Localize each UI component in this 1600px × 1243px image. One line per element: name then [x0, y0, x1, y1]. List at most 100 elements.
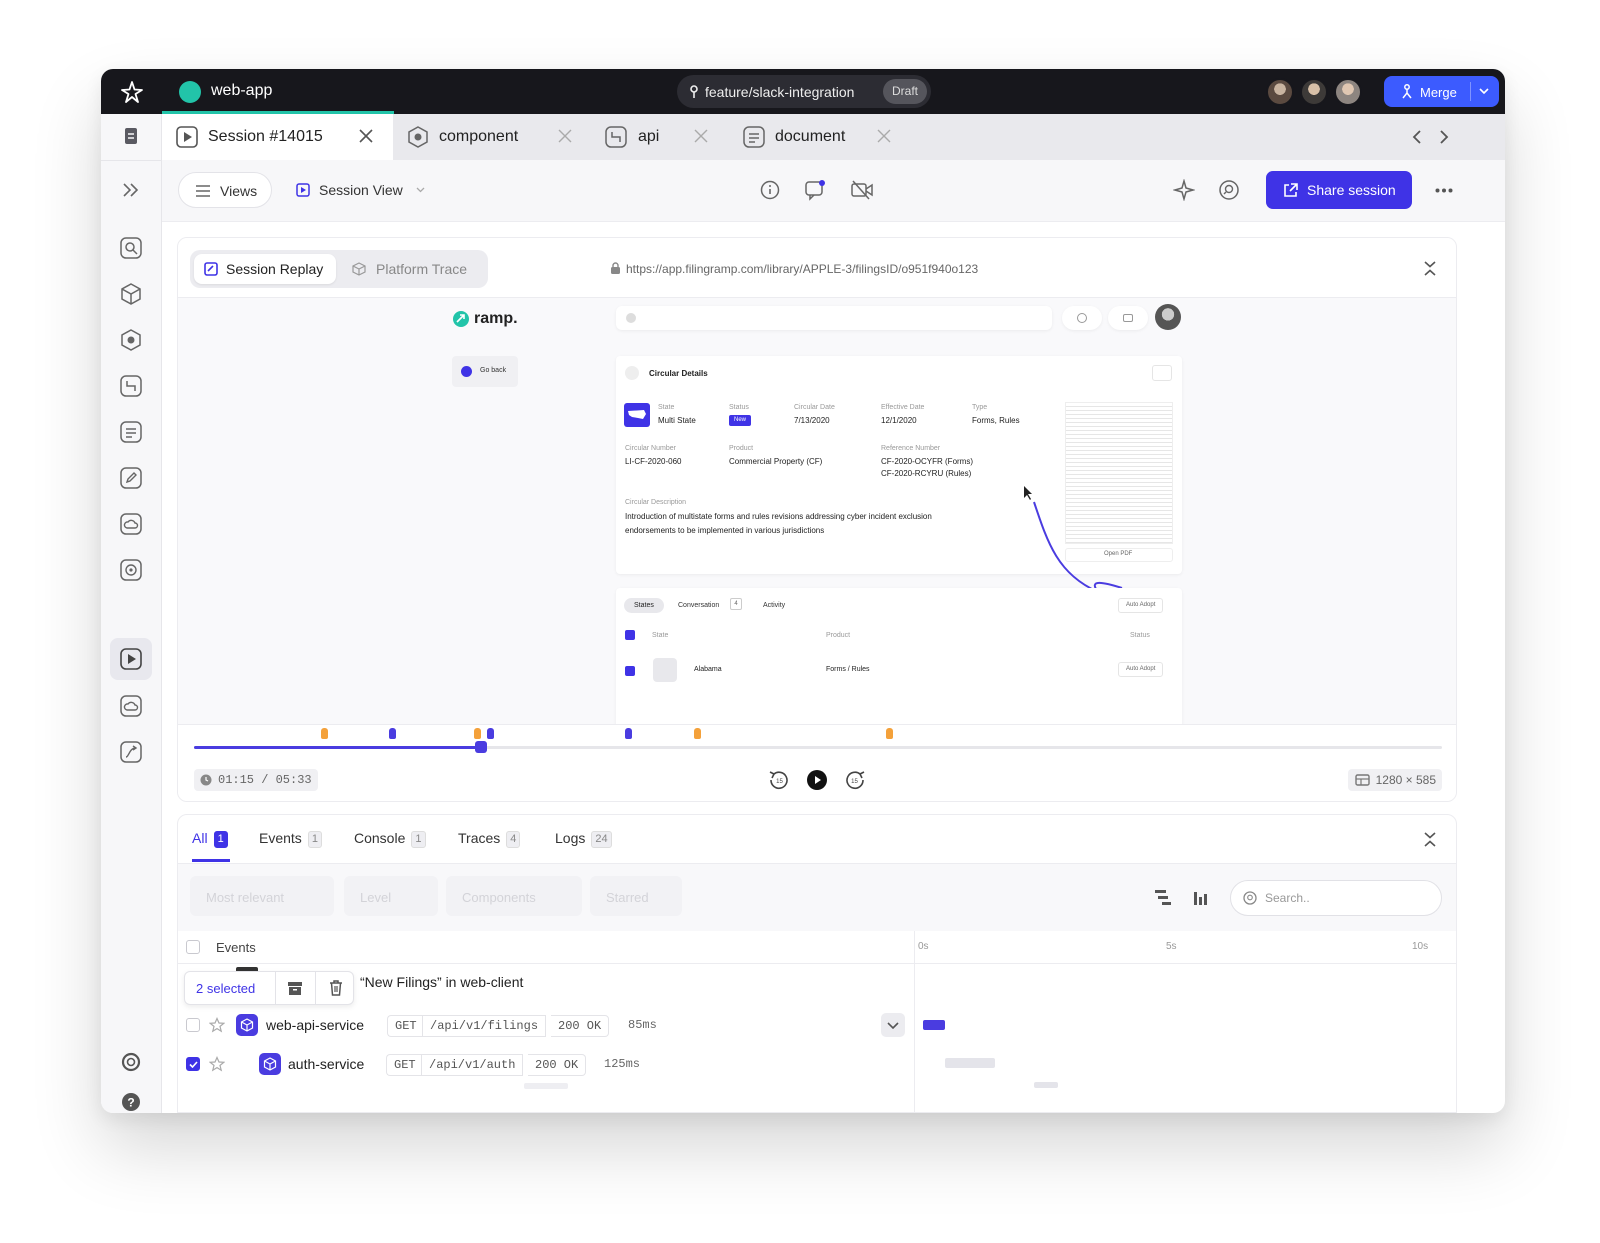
table-row[interactable]: auth-service GET /api/v1/auth 200 OK 125…: [178, 1045, 1456, 1083]
tab-label: Traces: [458, 830, 501, 846]
select-all-checkbox[interactable]: [625, 630, 635, 640]
rewind-15-icon[interactable]: 15: [768, 769, 790, 791]
events-search-input[interactable]: Search..: [1230, 880, 1442, 916]
expand-sidebar-icon[interactable]: [119, 178, 143, 202]
archive-icon[interactable]: [287, 981, 303, 996]
event-marker[interactable]: [474, 728, 482, 739]
close-icon[interactable]: [876, 128, 892, 144]
timeline-tick: 10s: [1412, 941, 1429, 952]
tab-api[interactable]: api: [591, 114, 729, 160]
branch-selector[interactable]: feature/slack-integration Draft: [677, 75, 931, 108]
hexagon-icon[interactable]: [119, 328, 143, 352]
share-session-button[interactable]: Share session: [1266, 171, 1412, 209]
avatar[interactable]: [1155, 304, 1181, 330]
tab-session[interactable]: Session #14015: [162, 114, 393, 160]
tab-traces[interactable]: Traces 4: [458, 830, 521, 848]
collapse-icon[interactable]: [1423, 261, 1437, 276]
collapse-icon[interactable]: [1423, 832, 1437, 847]
search-icon[interactable]: [119, 236, 143, 260]
row-checkbox[interactable]: [625, 666, 635, 676]
auto-adopt-dropdown[interactable]: Auto Adopt: [1118, 598, 1164, 613]
event-marker[interactable]: [320, 728, 328, 739]
views-button[interactable]: Views: [178, 172, 272, 208]
resolution-text: 1280 × 585: [1375, 773, 1436, 787]
tab-platform-trace[interactable]: Platform Trace: [342, 254, 484, 284]
filter-starred[interactable]: Starred: [590, 876, 682, 916]
tab-count: 24: [591, 831, 612, 848]
bar-chart-icon[interactable]: [1192, 888, 1210, 906]
expand-row-button[interactable]: [881, 1013, 905, 1037]
search-icon[interactable]: [1218, 179, 1240, 201]
filter-most-relevant[interactable]: Most relevant: [190, 876, 334, 916]
api-icon[interactable]: [119, 374, 143, 398]
close-icon[interactable]: [358, 128, 374, 144]
sparkle-icon[interactable]: [1173, 179, 1195, 201]
row-checkbox[interactable]: [186, 1057, 200, 1071]
avatar[interactable]: [1266, 78, 1294, 106]
more-options-icon[interactable]: [1435, 188, 1453, 193]
session-replay-icon[interactable]: [119, 647, 143, 671]
app-logo-icon[interactable]: [121, 81, 143, 103]
timeline-scrubber[interactable]: [475, 741, 488, 753]
auto-adopt-dropdown[interactable]: Auto Adopt: [1118, 662, 1164, 677]
close-icon[interactable]: [557, 128, 573, 144]
cloud-icon[interactable]: [119, 512, 143, 536]
document-icon: [743, 126, 765, 148]
tab-logs[interactable]: Logs 24: [555, 830, 612, 848]
close-icon[interactable]: [693, 128, 709, 144]
event-marker[interactable]: [389, 728, 397, 739]
info-icon[interactable]: [760, 180, 780, 200]
support-icon[interactable]: [119, 1050, 143, 1074]
filter-level[interactable]: Level: [344, 876, 438, 916]
edit-icon[interactable]: [119, 466, 143, 490]
avatar[interactable]: [1334, 78, 1362, 106]
document-icon[interactable]: [119, 420, 143, 444]
avatar[interactable]: [1300, 78, 1328, 106]
row-checkbox[interactable]: [186, 1018, 200, 1032]
chevron-down-icon[interactable]: [1479, 88, 1489, 95]
notes-icon[interactable]: [119, 124, 143, 148]
help-icon[interactable]: ?: [119, 1090, 143, 1113]
comments-icon[interactable]: [805, 179, 827, 201]
workflow-icon[interactable]: [119, 740, 143, 764]
event-marker[interactable]: [625, 728, 633, 739]
effective-date-value: 12/1/2020: [881, 416, 917, 425]
cube-icon[interactable]: [119, 282, 143, 306]
integrations-icon[interactable]: [119, 558, 143, 582]
forward-15-icon[interactable]: 15: [844, 769, 866, 791]
event-marker[interactable]: [693, 728, 701, 739]
chevron-right-icon[interactable]: [1439, 130, 1449, 144]
merge-button[interactable]: Merge: [1384, 76, 1499, 107]
event-marker[interactable]: [886, 728, 894, 739]
tab-conversation[interactable]: Conversation: [678, 602, 719, 609]
waterfall-view-icon[interactable]: [1154, 888, 1172, 906]
page-search-bar[interactable]: [616, 306, 1052, 330]
trash-icon[interactable]: [329, 980, 343, 996]
tab-all[interactable]: All 1: [192, 830, 228, 848]
tab-session-replay[interactable]: Session Replay: [194, 254, 336, 284]
tab-states[interactable]: States: [624, 598, 664, 613]
chat-button[interactable]: [1108, 306, 1148, 330]
tab-events[interactable]: Events 1: [259, 830, 322, 848]
chevron-left-icon[interactable]: [1412, 130, 1422, 144]
cloud-icon[interactable]: [119, 694, 143, 718]
play-icon[interactable]: [806, 769, 828, 791]
star-icon[interactable]: [209, 1017, 225, 1033]
link-icon[interactable]: [1152, 365, 1172, 381]
history-button[interactable]: [1062, 306, 1102, 330]
star-icon[interactable]: [209, 1056, 225, 1072]
video-off-icon[interactable]: [851, 180, 873, 200]
tab-console[interactable]: Console 1: [354, 830, 426, 848]
tab-activity[interactable]: Activity: [763, 602, 785, 609]
tab-document[interactable]: document: [729, 114, 907, 160]
row-state: Alabama: [694, 666, 722, 673]
event-marker[interactable]: [486, 728, 494, 739]
session-view-selector[interactable]: Session View: [292, 172, 432, 208]
timeline-track[interactable]: [194, 741, 1442, 753]
table-row[interactable]: web-api-service GET /api/v1/filings 200 …: [178, 1006, 1456, 1044]
select-all-checkbox[interactable]: [186, 940, 200, 954]
tab-component[interactable]: component: [393, 114, 591, 160]
go-back-button[interactable]: Go back: [452, 356, 518, 387]
selected-count: 2 selected: [196, 981, 256, 996]
filter-components[interactable]: Components: [446, 876, 582, 916]
